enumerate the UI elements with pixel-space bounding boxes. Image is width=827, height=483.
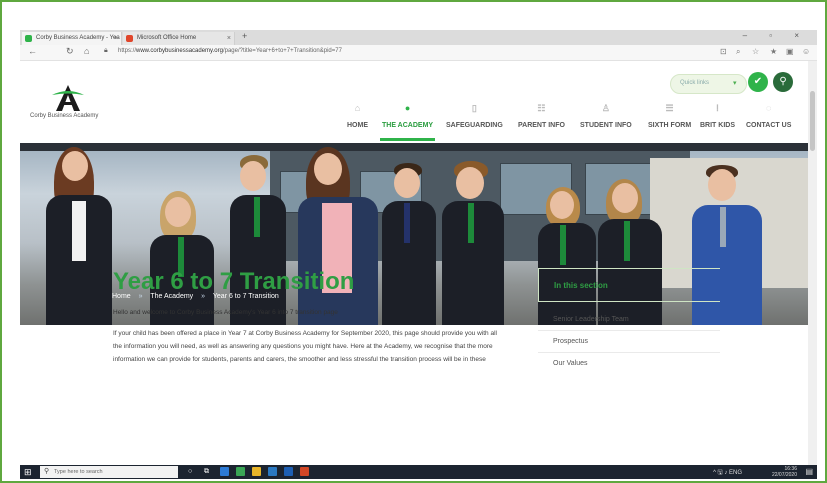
powerpoint-icon[interactable]	[300, 467, 309, 476]
nav-contact-us[interactable]: ◌ CONTACT US	[746, 103, 791, 129]
address-bar: ← ↻ ⌂ 🔒︎ https://www.corbybusinessacadem…	[20, 45, 817, 61]
taskbar-search-box[interactable]: ⚲ Type here to search	[40, 466, 178, 478]
reader-icon[interactable]: ⊡	[720, 47, 727, 56]
nav-label: SAFEGUARDING	[446, 122, 503, 129]
nav-safeguarding[interactable]: ▯ SAFEGUARDING	[446, 103, 503, 129]
new-tab-button[interactable]: +	[242, 31, 247, 41]
collections-icon[interactable]: ▣	[786, 47, 794, 56]
search-icon: ⚲	[44, 468, 50, 475]
chevron-down-icon: ▾	[733, 80, 737, 87]
active-indicator	[380, 138, 436, 141]
search-button[interactable]: ⚲	[773, 72, 793, 92]
star-icon: ⵑ	[716, 103, 719, 113]
tab-label: Corby Business Academy - Yea	[36, 35, 120, 41]
shield-icon: ▯	[471, 103, 477, 113]
nav-parent-info[interactable]: ☷ PARENT INFO	[518, 103, 565, 129]
body-paragraph: If your child has been offered a place i…	[113, 330, 497, 363]
word-icon[interactable]	[284, 467, 293, 476]
quick-links-select[interactable]: Quick links ▾	[670, 74, 747, 94]
browser-tab[interactable]: Microsoft Office Home ×	[123, 32, 235, 45]
section-link-prospectus[interactable]: Prospectus	[553, 338, 588, 345]
section-link-our-values[interactable]: Our Values	[553, 360, 588, 367]
in-this-section-panel: In this section Senior Leadership Team P…	[538, 268, 720, 383]
screenshot-frame: Corby Business Academy - Yea × Microsoft…	[0, 0, 827, 483]
home-icon: ⌂	[354, 103, 361, 113]
store-icon[interactable]	[268, 467, 277, 476]
cortana-icon[interactable]: ○	[188, 467, 197, 476]
section-heading-box: In this section	[538, 268, 720, 302]
url-prefix: https://	[118, 48, 137, 54]
url-path: /page/?title=Year+6+to+7+Transition&pid=…	[222, 48, 342, 54]
favicon-icon	[25, 35, 32, 42]
nav-label: BRIT KIDS	[700, 122, 735, 129]
notification-icon[interactable]: ▤	[805, 467, 813, 476]
nav-label: THE ACADEMY	[382, 122, 434, 129]
location-icon: ◌	[766, 103, 772, 113]
browser-tab-active[interactable]: Corby Business Academy - Yea ×	[22, 32, 122, 45]
clock[interactable]: 16:36 22/07/2020	[772, 466, 797, 478]
logo-text: Corby Business Academy	[30, 113, 99, 119]
nav-label: CONTACT US	[746, 122, 792, 129]
scrollbar-thumb[interactable]	[810, 91, 815, 151]
browser-tab-bar: Corby Business Academy - Yea × Microsoft…	[20, 30, 817, 45]
academy-logo-icon[interactable]	[50, 83, 86, 113]
favorite-star-icon[interactable]: ☆	[752, 47, 759, 56]
section-link-senior-leadership[interactable]: Senior Leadership Team	[553, 316, 629, 323]
page-title: Year 6 to 7 Transition	[113, 268, 355, 295]
people-icon: ☷	[537, 103, 546, 113]
nav-label: HOME	[347, 122, 368, 129]
chat-icon: ●	[404, 103, 411, 113]
nav-student-info[interactable]: ♙ STUDENT INFO	[580, 103, 632, 129]
home-icon[interactable]: ⌂	[84, 46, 89, 56]
taskbar-search-placeholder: Type here to search	[54, 469, 103, 475]
cap-icon: ☰	[665, 103, 674, 113]
favorites-icon[interactable]: ★	[770, 47, 777, 56]
nav-label: SIXTH FORM	[648, 122, 692, 129]
profile-icon[interactable]: ☺	[802, 47, 810, 56]
nav-home[interactable]: ⌂ HOME	[347, 103, 368, 129]
office-favicon-icon	[126, 35, 133, 42]
window-controls[interactable]: – ▫ ×	[743, 31, 809, 40]
windows-taskbar: ⊞ ⚲ Type here to search ○ ⧉ ^ 🖫 ♪ ENG 16…	[20, 465, 817, 479]
website-viewport: Corby Business Academy Quick links ▾ ✔ ⚲…	[20, 61, 817, 465]
lock-icon: 🔒︎	[104, 47, 108, 54]
url-field[interactable]: https://www.corbybusinessacademy.org/pag…	[118, 48, 342, 54]
intro-text: Hello and welcome to Corby Business Acad…	[113, 309, 338, 316]
nav-the-academy[interactable]: ● THE ACADEMY	[380, 103, 436, 141]
page-scrollbar[interactable]	[808, 61, 817, 465]
search-icon: ⚲	[779, 76, 787, 87]
windows-start-icon[interactable]: ⊞	[24, 467, 32, 478]
zoom-icon[interactable]: ⌕	[736, 47, 740, 57]
nav-brit-kids[interactable]: ⵑ BRIT KIDS	[700, 103, 735, 129]
refresh-icon[interactable]: ↻	[66, 46, 74, 57]
twitter-button[interactable]: ✔	[748, 72, 768, 92]
building-roof	[20, 143, 817, 151]
twitter-icon: ✔	[753, 76, 763, 87]
nav-sixth-form[interactable]: ☰ SIXTH FORM	[648, 103, 691, 129]
edge-browser-icon[interactable]	[220, 467, 229, 476]
app-icon[interactable]	[236, 467, 245, 476]
nav-label: PARENT INFO	[518, 122, 565, 129]
task-view-icon[interactable]: ⧉	[204, 467, 213, 476]
divider	[538, 330, 720, 331]
system-tray-icons[interactable]: ^ 🖫 ♪ ENG	[713, 468, 742, 478]
tab-close-icon[interactable]: ×	[227, 32, 231, 45]
divider	[538, 352, 720, 353]
clock-date: 22/07/2020	[771, 472, 797, 478]
url-domain: www.corbybusinessacademy.org	[136, 48, 223, 54]
person-icon: ♙	[601, 103, 610, 113]
quick-links-label: Quick links	[680, 80, 710, 86]
tab-label: Microsoft Office Home	[137, 35, 197, 41]
tab-close-icon[interactable]: ×	[114, 32, 118, 45]
file-explorer-icon[interactable]	[252, 467, 261, 476]
nav-label: STUDENT INFO	[580, 122, 632, 129]
section-heading: In this section	[554, 281, 608, 290]
back-arrow-icon[interactable]: ←	[28, 46, 37, 56]
